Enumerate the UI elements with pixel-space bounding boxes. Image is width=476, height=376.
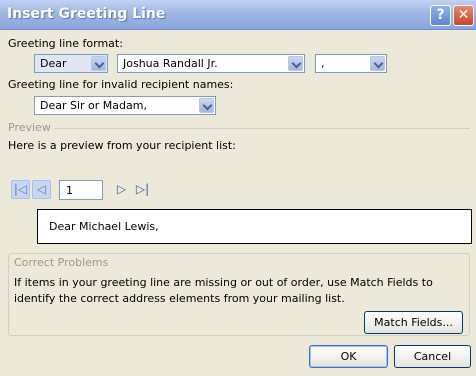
record-number-input[interactable]: 1 (59, 180, 103, 200)
help-button[interactable]: ? (430, 5, 451, 26)
salutation-select[interactable]: Dear (34, 54, 108, 73)
record-number-value: 1 (66, 184, 73, 197)
punctuation-select[interactable]: , (315, 54, 387, 73)
first-record-button[interactable]: |◁ (11, 180, 30, 199)
invalid-greeting-value: Dear Sir or Madam, (40, 99, 147, 112)
next-record-icon: ▷ (116, 182, 127, 196)
match-fields-button[interactable]: Match Fields... (364, 311, 463, 334)
preview-text: Dear Michael Lewis, (49, 220, 159, 233)
preview-label: Here is a preview from your recipient li… (8, 139, 236, 152)
correct-problems-title: Correct Problems (14, 256, 112, 269)
window-title: Insert Greeting Line (7, 6, 166, 22)
chevron-down-icon[interactable] (370, 56, 385, 71)
first-record-icon: |◁ (13, 182, 28, 196)
preview-divider (8, 128, 470, 129)
prev-record-button[interactable]: ◁ (32, 180, 51, 199)
name-format-value: Joshua Randall Jr. (123, 57, 218, 70)
match-fields-label: Match Fields... (374, 316, 453, 329)
cancel-label: Cancel (413, 350, 452, 363)
correct-problems-line2: identify the correct address elements fr… (14, 292, 345, 305)
invalid-greeting-select[interactable]: Dear Sir or Madam, (34, 96, 216, 115)
chevron-down-icon[interactable] (91, 56, 106, 71)
chevron-down-icon[interactable] (288, 56, 303, 71)
next-record-button[interactable]: ▷ (112, 180, 131, 199)
name-format-select[interactable]: Joshua Randall Jr. (117, 54, 305, 73)
invalid-names-label: Greeting line for invalid recipient name… (8, 78, 234, 91)
punctuation-value: , (321, 57, 325, 70)
correct-problems-line1: If items in your greeting line are missi… (14, 276, 433, 289)
salutation-value: Dear (40, 57, 67, 70)
greeting-format-label: Greeting line format: (8, 37, 123, 50)
close-icon: ✕ (457, 7, 470, 23)
ok-button[interactable]: OK (309, 345, 388, 368)
last-record-button[interactable]: ▷| (133, 180, 152, 199)
ok-label: OK (340, 350, 357, 363)
chevron-down-icon[interactable] (199, 98, 214, 113)
close-button[interactable]: ✕ (453, 5, 474, 26)
title-bar: Insert Greeting Line ? ✕ (0, 0, 476, 30)
preview-box: Dear Michael Lewis, (37, 209, 472, 244)
help-icon: ? (436, 7, 445, 23)
last-record-icon: ▷| (135, 182, 150, 196)
preview-group-title: Preview (8, 121, 54, 134)
prev-record-icon: ◁ (36, 182, 47, 196)
cancel-button[interactable]: Cancel (394, 345, 471, 368)
